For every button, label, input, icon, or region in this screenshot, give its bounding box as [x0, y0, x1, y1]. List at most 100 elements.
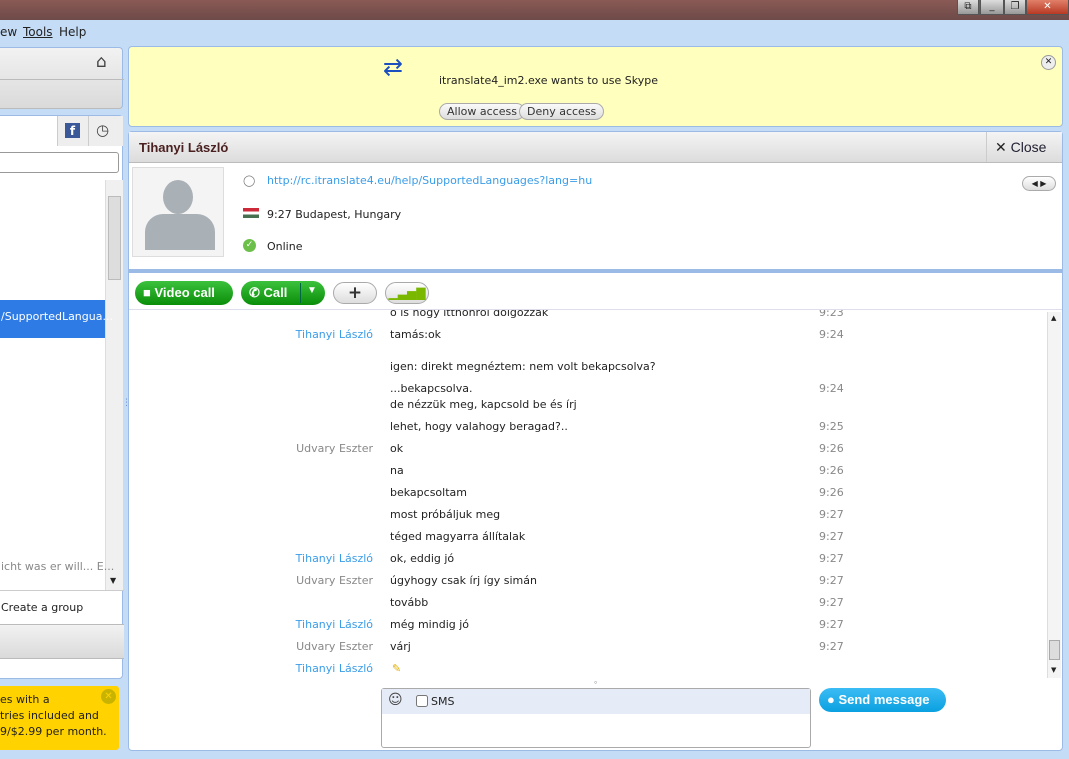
message-text: lehet, hogy valahogy beragad?.. [390, 420, 568, 433]
history-clock-icon[interactable]: ◷ [96, 121, 109, 139]
message-text: ok [390, 442, 404, 455]
message-sender[interactable]: Udvary Eszter [128, 574, 373, 587]
close-promo-icon[interactable]: ✕ [101, 689, 116, 704]
menu-help[interactable]: Help [59, 25, 86, 39]
scroll-thumb[interactable] [108, 196, 121, 280]
scroll-thumb[interactable] [1049, 640, 1060, 660]
facebook-icon[interactable]: f [65, 123, 80, 138]
home-icon[interactable]: ⌂ [96, 52, 107, 72]
contact-item-selected[interactable]: /SupportedLangua... [0, 300, 113, 338]
message-text: még mindig jó [390, 618, 470, 631]
call-dropdown-icon[interactable]: ▼ [300, 283, 317, 303]
search-input[interactable] [0, 152, 119, 173]
message-time: 9:27 [819, 618, 844, 631]
phone-icon: ✆ [249, 285, 264, 300]
chat-message: Tihanyi László tamás:ok 9:24 [128, 328, 1046, 344]
message-sender[interactable]: Udvary Eszter [128, 442, 373, 455]
status-text: Online [267, 240, 303, 253]
message-time: 9:24 [819, 382, 844, 395]
tabs: f ◷ [57, 116, 123, 146]
send-message-button[interactable]: ● Send message [819, 688, 946, 712]
message-text: várj [390, 640, 411, 653]
chat-scrollbar[interactable]: ▲ ▼ [1047, 312, 1061, 678]
message-time: 9:25 [819, 420, 844, 433]
chat-message: tovább 9:27 [128, 596, 1046, 612]
restore-alt-button[interactable]: ⧉ [957, 0, 979, 15]
promo-banner[interactable]: es with a tries included and 9/$2.99 per… [0, 686, 119, 750]
chat-message: ...bekapcsolva. 9:24 [128, 382, 1046, 398]
title-bar [0, 0, 1069, 20]
message-time: 9:27 [819, 508, 844, 521]
contact-name: Tihanyi László [139, 140, 229, 155]
conversation-header: Tihanyi László ✕ Close [129, 132, 1062, 163]
menu-view[interactable]: ew [0, 25, 17, 39]
message-text: úgyhogy csak írj így simán [390, 574, 537, 587]
home-bar: ⌂ [0, 47, 124, 109]
create-group-link[interactable]: Create a group [1, 601, 83, 614]
close-conversation-button[interactable]: ✕ Close [986, 132, 1062, 162]
close-window-button[interactable]: ✕ [1026, 0, 1069, 15]
call-button[interactable]: ✆ Call ▼ [241, 281, 325, 305]
contacts-scrollbar[interactable]: ▼ [105, 180, 123, 590]
call-quality-icon[interactable]: ▁▃▅▇ [385, 282, 429, 304]
message-text: tamás:ok [390, 328, 442, 341]
close-label: Close [1010, 139, 1047, 155]
profile-pager[interactable]: ◀ ▶ [1022, 176, 1056, 191]
message-input[interactable] [386, 715, 806, 745]
message-text: de nézzük meg, kapcsold be és írj [390, 398, 577, 411]
splitter[interactable] [129, 269, 1062, 273]
chat-message: Udvary Eszter úgyhogy csak írj így simán 9… [128, 574, 1046, 590]
sms-label: SMS [431, 695, 455, 708]
call-label: Call [263, 285, 288, 300]
chat-message: de nézzük meg, kapcsold be és írj [128, 398, 1046, 414]
video-call-label: Video call [154, 285, 215, 300]
scroll-down-icon[interactable]: ▼ [1051, 666, 1056, 674]
emoticon-icon[interactable]: ☺ [388, 692, 403, 708]
sms-checkbox[interactable] [416, 695, 428, 707]
message-time: 9:27 [819, 640, 844, 653]
deny-access-button[interactable]: Deny access [519, 103, 605, 120]
message-time: 9:26 [819, 464, 844, 477]
message-time: 9:27 [819, 574, 844, 587]
message-sender[interactable]: Tihanyi László [128, 662, 373, 675]
chat-message: most próbáljuk meg 9:27 [128, 508, 1046, 524]
compose-splitter[interactable]: ∘ [593, 678, 598, 687]
mood-link[interactable]: http://rc.itranslate4.eu/help/SupportedL… [267, 174, 592, 187]
message-time: 9:26 [819, 442, 844, 455]
message-sender[interactable]: Tihanyi László [128, 552, 373, 565]
scroll-up-icon[interactable]: ▲ [1051, 314, 1056, 322]
message-time: 9:27 [819, 552, 844, 565]
video-call-button[interactable]: ■ Video call [135, 281, 233, 305]
notification-text: itranslate4_im2.exe wants to use Skype [439, 74, 658, 87]
send-label: Send message [838, 692, 930, 707]
online-status-icon: ✓ [243, 239, 256, 252]
chat-message: Tihanyi László még mindig jó 9:27 [128, 618, 1046, 634]
message-sender[interactable]: Tihanyi László [128, 328, 373, 341]
menu-tools[interactable]: Tools [23, 25, 53, 39]
chat-message: ő is hogy itthonról dolgozzák 9:23 [128, 310, 1046, 322]
scroll-down-icon[interactable]: ▼ [110, 576, 116, 585]
close-notification-icon[interactable]: ✕ [1041, 55, 1056, 70]
add-button[interactable]: + [333, 282, 377, 304]
avatar[interactable] [132, 167, 224, 257]
message-text: ő is hogy itthonról dolgozzák [390, 310, 549, 319]
message-text: na [390, 464, 404, 477]
message-text: ...bekapcsolva. [390, 382, 473, 395]
promo-line: tries included and [0, 709, 99, 722]
speech-bubble-icon: ◯ [243, 174, 256, 187]
chat-message: igen: direkt megnéztem: nem volt bekapcs… [128, 360, 1046, 376]
message-time: 9:26 [819, 486, 844, 499]
chat-message: téged magyarra állítalak 9:27 [128, 530, 1046, 546]
typing-pencil-icon: ✎ [392, 662, 402, 675]
message-text: ok, eddig jó [390, 552, 455, 565]
chat-message: bekapcsoltam 9:26 [128, 486, 1046, 502]
maximize-button[interactable]: ❐ [1004, 0, 1026, 15]
message-sender[interactable]: Udvary Eszter [128, 640, 373, 653]
message-sender[interactable]: Tihanyi László [128, 618, 373, 631]
message-time: 9:27 [819, 530, 844, 543]
allow-access-button[interactable]: Allow access [439, 103, 525, 120]
message-time: 9:23 [819, 310, 844, 319]
contact-mood-text: icht was er will... E... [1, 560, 115, 573]
compose-toolbar: ☺ SMS [382, 689, 810, 714]
minimize-button[interactable]: _ [980, 0, 1004, 15]
